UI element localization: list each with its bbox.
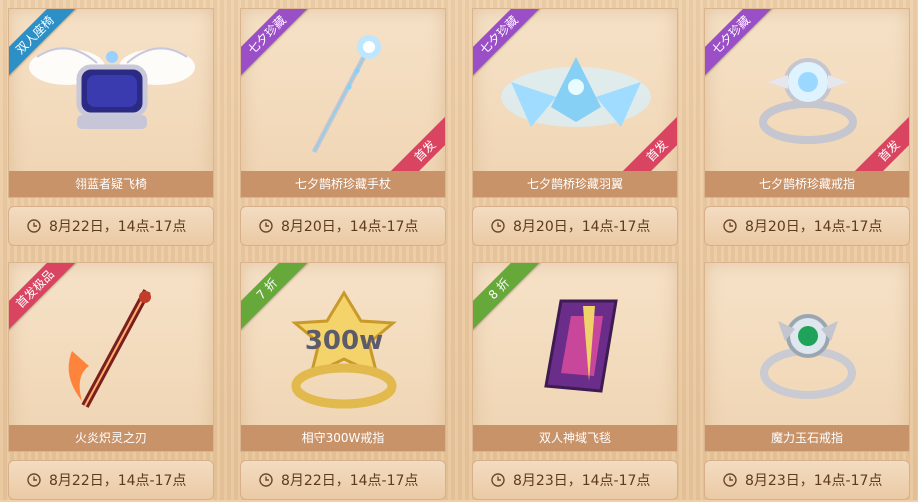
item-panel[interactable]: 火炎炽灵之刃 首发极品: [8, 262, 214, 452]
time-bar: 8月23日，14点-17点: [704, 460, 910, 500]
time-text: 8月23日，14点-17点: [745, 473, 883, 489]
item-card-wings[interactable]: 七夕鹊桥珍藏羽翼 七夕珍藏 首发 8月20日，14点-17点: [472, 8, 678, 248]
clock-icon: [723, 473, 737, 487]
time-text: 8月23日，14点-17点: [513, 473, 651, 489]
jade-ring-image: [760, 314, 856, 399]
item-card-ring[interactable]: 七夕鹊桥珍藏戒指 七夕珍藏 首发 8月20日，14点-17点: [704, 8, 910, 248]
corner-label: 首发: [853, 115, 909, 171]
ribbon-label: 七夕珍藏: [473, 9, 541, 77]
first-release-corner: 首发: [617, 111, 677, 171]
time-text: 8月20日，14点-17点: [281, 219, 419, 235]
ribbon: 7 折: [241, 263, 311, 333]
time-bar: 8月22日，14点-17点: [8, 460, 214, 500]
ribbon-label: 首发极品: [9, 263, 77, 331]
item-card-staff[interactable]: 七夕鹊桥珍藏手杖 七夕珍藏 首发 8月20日，14点-17点: [240, 8, 446, 248]
item-name: 火炎炽灵之刃: [9, 425, 213, 451]
ribbon: 双人座椅: [9, 9, 79, 79]
item-name: 双人神域飞毯: [473, 425, 677, 451]
ribbon-label: 七夕珍藏: [241, 9, 309, 77]
item-name: 相守300W戒指: [241, 425, 445, 451]
time-text: 8月22日，14点-17点: [281, 473, 419, 489]
corner-label: 首发: [389, 115, 445, 171]
item-panel[interactable]: 300w 相守300W戒指 7 折: [240, 262, 446, 452]
time-text: 8月22日，14点-17点: [49, 219, 187, 235]
item-card-300w-ring[interactable]: 300w 相守300W戒指 7 折 8月22日，14点-17点: [240, 262, 446, 502]
item-card-carpet[interactable]: 双人神域飞毯 8 折 8月23日，14点-17点: [472, 262, 678, 502]
time-text: 8月20日，14点-17点: [745, 219, 883, 235]
item-name: 翎蓝者疑飞椅: [9, 171, 213, 197]
clock-icon: [491, 473, 505, 487]
time-text: 8月20日，14点-17点: [513, 219, 651, 235]
item-name: 魔力玉石戒指: [705, 425, 909, 451]
clock-icon: [259, 473, 273, 487]
ribbon: 首发极品: [9, 263, 79, 333]
item-panel[interactable]: 翎蓝者疑飞椅 双人座椅: [8, 8, 214, 198]
ribbon: 七夕珍藏: [241, 9, 311, 79]
item-card-sword[interactable]: 火炎炽灵之刃 首发极品 8月22日，14点-17点: [8, 262, 214, 502]
corner-label: 首发: [621, 115, 677, 171]
clock-icon: [491, 219, 505, 233]
time-bar: 8月20日，14点-17点: [240, 206, 446, 246]
time-bar: 8月22日，14点-17点: [8, 206, 214, 246]
ribbon-label: 七夕珍藏: [705, 9, 773, 77]
item-card-chair[interactable]: 翎蓝者疑飞椅 双人座椅 8月22日，14点-17点: [8, 8, 214, 248]
first-release-corner: 首发: [385, 111, 445, 171]
time-bar: 8月20日，14点-17点: [704, 206, 910, 246]
ribbon: 七夕珍藏: [473, 9, 543, 79]
time-bar: 8月20日，14点-17点: [472, 206, 678, 246]
time-bar: 8月22日，14点-17点: [240, 460, 446, 500]
item-panel[interactable]: 双人神域飞毯 8 折: [472, 262, 678, 452]
ring-300w-text: 300w: [305, 326, 383, 356]
ribbon: 七夕珍藏: [705, 9, 775, 79]
clock-icon: [259, 219, 273, 233]
clock-icon: [27, 219, 41, 233]
item-panel[interactable]: 七夕鹊桥珍藏戒指 七夕珍藏 首发: [704, 8, 910, 198]
item-panel[interactable]: 魔力玉石戒指: [704, 262, 910, 452]
ribbon: 8 折: [473, 263, 543, 333]
ribbon-label: 7 折: [241, 263, 309, 331]
item-name: 七夕鹊桥珍藏戒指: [705, 171, 909, 197]
ribbon-label: 8 折: [473, 263, 541, 331]
item-name: 七夕鹊桥珍藏羽翼: [473, 171, 677, 197]
first-release-corner: 首发: [849, 111, 909, 171]
item-card-jade-ring[interactable]: 魔力玉石戒指 8月23日，14点-17点: [704, 262, 910, 502]
clock-icon: [27, 473, 41, 487]
time-text: 8月22日，14点-17点: [49, 473, 187, 489]
item-panel[interactable]: 七夕鹊桥珍藏手杖 七夕珍藏 首发: [240, 8, 446, 198]
clock-icon: [723, 219, 737, 233]
ribbon-label: 双人座椅: [9, 9, 77, 77]
item-name: 七夕鹊桥珍藏手杖: [241, 171, 445, 197]
time-bar: 8月23日，14点-17点: [472, 460, 678, 500]
item-panel[interactable]: 七夕鹊桥珍藏羽翼 七夕珍藏 首发: [472, 8, 678, 198]
